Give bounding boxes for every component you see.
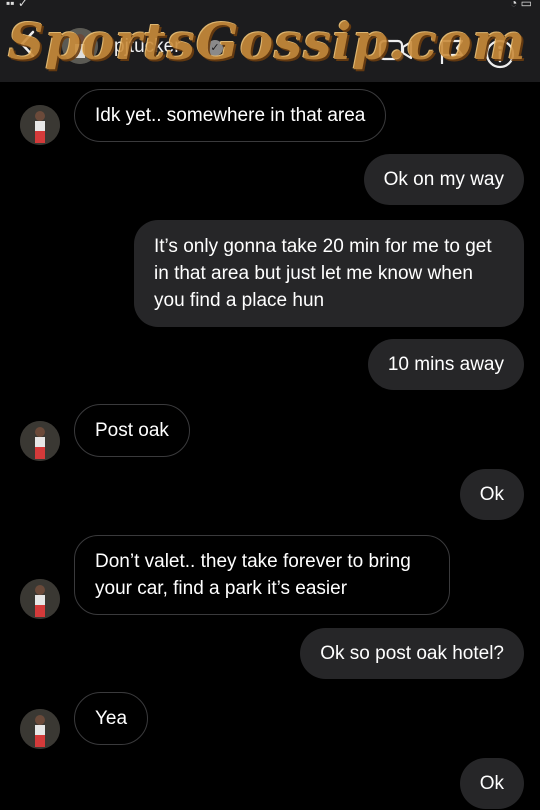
message-bubble[interactable]: 10 mins away: [367, 339, 524, 390]
header-avatar[interactable]: [62, 28, 98, 64]
avatar-image: [20, 579, 60, 619]
video-camera-icon: [378, 39, 413, 61]
info-icon: [485, 39, 515, 69]
avatar-image: [62, 28, 98, 64]
message-bubble[interactable]: Post oak: [74, 404, 190, 457]
video-call-button[interactable]: [378, 38, 414, 67]
avatar-image: [20, 709, 60, 749]
message-bubble[interactable]: Don’t valet.. they take forever to bring…: [74, 535, 450, 615]
verified-badge-icon: ✓: [207, 40, 223, 56]
message-bubble[interactable]: It’s only gonna take 20 min for me to ge…: [134, 220, 524, 327]
message-bubble[interactable]: Ok on my way: [363, 154, 524, 205]
report-button[interactable]: [438, 38, 466, 71]
message-bubble[interactable]: Ok so post oak hotel?: [300, 628, 524, 679]
avatar-image: [20, 105, 60, 145]
username[interactable]: pjtucker: [114, 36, 181, 58]
sender-avatar[interactable]: [20, 709, 60, 749]
info-button[interactable]: [484, 38, 516, 75]
sender-avatar[interactable]: [20, 105, 60, 145]
flag-icon: [440, 39, 464, 64]
back-button[interactable]: [14, 28, 42, 60]
sender-avatar[interactable]: [20, 579, 60, 619]
avatar-image: [20, 421, 60, 461]
message-bubble[interactable]: Yea: [74, 692, 149, 745]
message-bubble[interactable]: Ok: [459, 469, 524, 520]
sender-avatar[interactable]: [20, 421, 60, 461]
chevron-left-icon: [20, 30, 35, 58]
chat-header: pjtucker ✓ SportsGossip.com: [0, 8, 540, 82]
message-bubble[interactable]: Idk yet.. somewhere in that area: [74, 89, 387, 142]
message-bubble[interactable]: Ok: [459, 758, 524, 809]
